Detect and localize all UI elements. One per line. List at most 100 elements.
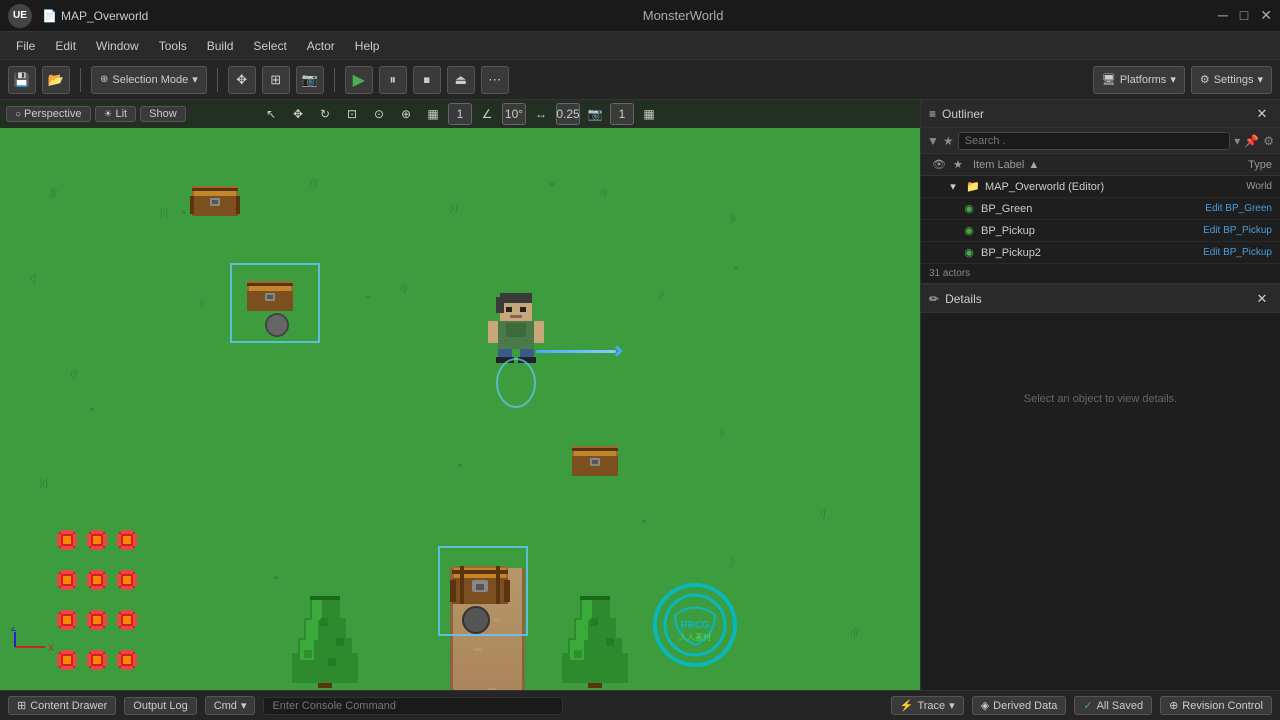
- details-close-btn[interactable]: ✕: [1252, 289, 1272, 309]
- edit-bp-pickup-link[interactable]: Edit BP_Pickup: [1203, 225, 1272, 236]
- close-btn[interactable]: ✕: [1260, 7, 1272, 24]
- details-title: Details: [945, 292, 1252, 306]
- lit-button[interactable]: ☀ Lit: [95, 106, 137, 122]
- play-button[interactable]: ▶: [345, 66, 373, 94]
- status-bar: ⊞ Content Drawer Output Log Cmd ▾ ⚡ Trac…: [0, 690, 1280, 720]
- all-saved-button[interactable]: ✓ All Saved: [1074, 696, 1152, 715]
- console-input[interactable]: [263, 697, 563, 715]
- window-controls[interactable]: ─ □ ✕: [1218, 7, 1272, 24]
- grass-tuft: ɾʃɾ: [600, 188, 609, 199]
- output-log-button[interactable]: Output Log: [124, 697, 196, 715]
- flower-grid: [55, 528, 295, 690]
- grass-tuft: ɾʃɾ: [850, 628, 859, 639]
- titlebar-left: UE 📄 MAP_Overworld: [8, 4, 148, 28]
- cmd-button[interactable]: Cmd ▾: [205, 696, 256, 715]
- save-button[interactable]: 💾: [8, 66, 36, 94]
- chest-sprite-2: [570, 438, 620, 481]
- edit-bp-green-link[interactable]: Edit BP_Green: [1205, 203, 1272, 214]
- trace-button[interactable]: ⚡ Trace ▾: [891, 696, 964, 715]
- revision-icon: ⊕: [1169, 699, 1178, 712]
- column-label: 👁 ★ Item Label ▲: [929, 158, 1172, 171]
- open-button[interactable]: 📂: [42, 66, 70, 94]
- tree-2: [560, 488, 630, 690]
- angle-snap[interactable]: ∠: [475, 103, 499, 125]
- menu-edit[interactable]: Edit: [47, 37, 84, 55]
- grass-tuft: ɾʃ: [30, 273, 36, 284]
- selection-mode-button[interactable]: ⊕ Selection Mode ▾: [91, 66, 207, 94]
- app-logo: UE: [8, 4, 32, 28]
- grass-tuft: ʃɾ: [720, 428, 726, 439]
- tree-1: [290, 488, 360, 690]
- select-tool[interactable]: ↖: [259, 103, 283, 125]
- outliner-row-bp-pickup2[interactable]: ◉ BP_Pickup2 Edit BP_Pickup: [921, 242, 1280, 264]
- map-name: 📄 MAP_Overworld: [42, 9, 148, 23]
- star-icon: ★: [943, 134, 954, 148]
- toolbar-separator-3: [334, 68, 335, 92]
- chest-selected: [245, 273, 295, 316]
- more-options-button[interactable]: ⋯: [481, 66, 509, 94]
- menu-help[interactable]: Help: [347, 37, 388, 55]
- outliner-search-input[interactable]: [958, 132, 1231, 150]
- camera-speed[interactable]: 📷: [583, 103, 607, 125]
- grid-size-display: 1: [448, 103, 472, 125]
- settings-icon[interactable]: ⚙: [1263, 134, 1274, 148]
- derived-data-button[interactable]: ◈ Derived Data: [972, 696, 1067, 715]
- move-tool[interactable]: ✥: [286, 103, 310, 125]
- svg-text:Z: Z: [11, 627, 17, 633]
- pin-icon[interactable]: 📌: [1244, 134, 1259, 148]
- filter-icon: ▼: [927, 134, 939, 148]
- platforms-button[interactable]: 🖥 Platforms ▾: [1093, 66, 1185, 94]
- outliner-row-map[interactable]: ▾ 📁 MAP_Overworld (Editor) World: [921, 176, 1280, 198]
- rotate-tool[interactable]: ↻: [313, 103, 337, 125]
- surface-snap[interactable]: ⊕: [394, 103, 418, 125]
- maximize-viewport[interactable]: ▦: [637, 103, 661, 125]
- save-status-icon: ✓: [1083, 699, 1092, 712]
- grass-tuft: ɾʃɾ: [400, 283, 409, 294]
- menu-build[interactable]: Build: [199, 37, 242, 55]
- menu-file[interactable]: File: [8, 37, 43, 55]
- grid-view[interactable]: ▦: [421, 103, 445, 125]
- grass-tuft: ʃɾ: [200, 298, 206, 309]
- path-chest-wheel: [462, 606, 490, 634]
- menu-tools[interactable]: Tools: [151, 37, 195, 55]
- show-button[interactable]: Show: [140, 106, 186, 122]
- menu-actor[interactable]: Actor: [299, 37, 343, 55]
- revision-control-button[interactable]: ⊕ Revision Control: [1160, 696, 1272, 715]
- title-bar: UE 📄 MAP_Overworld MonsterWorld ─ □ ✕: [0, 0, 1280, 32]
- stop-button[interactable]: ⏹: [413, 66, 441, 94]
- row-bp-pickup2-type[interactable]: Edit BP_Pickup: [1172, 247, 1272, 258]
- perspective-button[interactable]: ○ Perspective: [6, 106, 91, 122]
- main-toolbar: 💾 📂 ⊕ Selection Mode ▾ ✥ ⊞ 📷 ▶ ⏸ ⏹ ⏏ ⋯ 🖥…: [0, 60, 1280, 100]
- menu-window[interactable]: Window: [88, 37, 147, 55]
- chest-on-path: [450, 558, 510, 611]
- transform-button[interactable]: ✥: [228, 66, 256, 94]
- outliner-icon: ≡: [929, 107, 936, 121]
- outliner-row-bp-pickup[interactable]: ◉ BP_Pickup Edit BP_Pickup: [921, 220, 1280, 242]
- chest-sprite-1: [190, 178, 240, 221]
- edit-bp-pickup2-link[interactable]: Edit BP_Pickup: [1203, 247, 1272, 258]
- row-bp-pickup-type[interactable]: Edit BP_Pickup: [1172, 225, 1272, 236]
- outliner-close-btn[interactable]: ✕: [1252, 104, 1272, 124]
- pause-button[interactable]: ⏸: [379, 66, 407, 94]
- maximize-btn[interactable]: □: [1240, 7, 1248, 24]
- world-tool[interactable]: ⊙: [367, 103, 391, 125]
- bp-icon-3: ◉: [961, 245, 977, 261]
- outliner-search-bar: ▼ ★ ▾ 📌 ⚙: [921, 128, 1280, 154]
- scale-tool[interactable]: ⊡: [340, 103, 364, 125]
- viewport-center-toolbar: ↖ ✥ ↻ ⊡ ⊙ ⊕ ▦ 1 ∠ 10° ↔ 0.25 📷 1 ▦: [259, 100, 661, 128]
- outliner-row-bp-green[interactable]: ◉ BP_Green Edit BP_Green: [921, 198, 1280, 220]
- row-bp-green-type[interactable]: Edit BP_Green: [1172, 203, 1272, 214]
- grass-tuft: ʃɾʃ: [160, 208, 168, 219]
- grass-tuft: ʃɾ: [660, 288, 666, 299]
- settings-button[interactable]: ⚙ Settings ▾: [1191, 66, 1272, 94]
- grass-tuft: ʃʃɾ: [730, 213, 738, 224]
- menu-select[interactable]: Select: [245, 37, 294, 55]
- snap-button[interactable]: ⊞: [262, 66, 290, 94]
- content-drawer-button[interactable]: ⊞ Content Drawer: [8, 696, 116, 715]
- search-dropdown[interactable]: ▾: [1234, 134, 1240, 148]
- viewport[interactable]: ○ Perspective ☀ Lit Show ↖ ✥ ↻ ⊡ ⊙ ⊕ ▦ 1: [0, 100, 920, 690]
- minimize-btn[interactable]: ─: [1218, 7, 1228, 24]
- camera-button[interactable]: 📷: [296, 66, 324, 94]
- scale-snap[interactable]: ↔: [529, 103, 553, 125]
- eject-button[interactable]: ⏏: [447, 66, 475, 94]
